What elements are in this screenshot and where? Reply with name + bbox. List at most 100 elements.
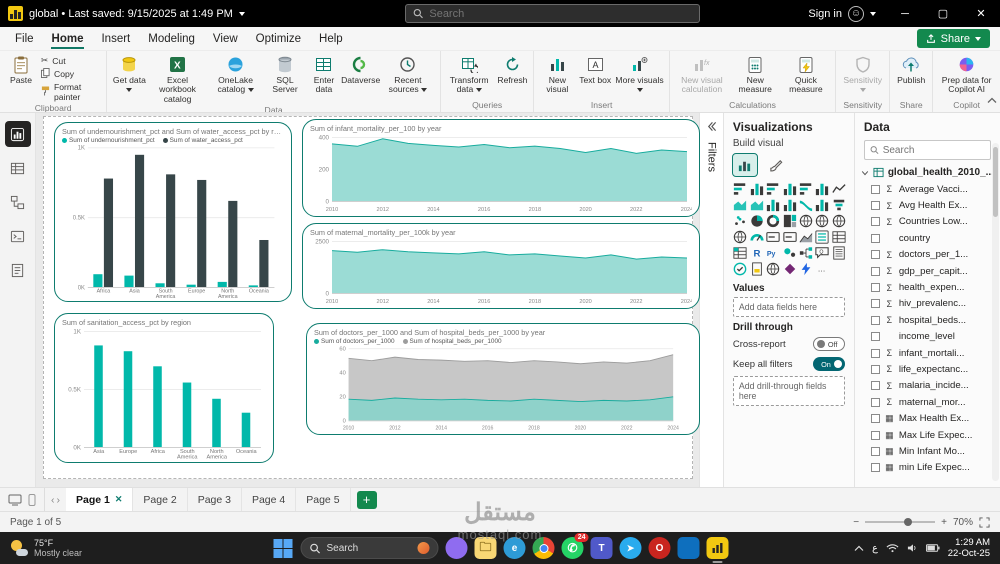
keep-all-filters-toggle[interactable]: On (813, 357, 845, 371)
visual-type-pie-chart[interactable] (749, 213, 764, 228)
visual-type-power-apps[interactable] (782, 261, 797, 276)
page-tab-1[interactable]: Page 1✕ (66, 488, 133, 511)
data-field-max-health-ex-[interactable]: ▦Max Health Ex... (855, 410, 1000, 426)
field-checkbox[interactable] (871, 463, 880, 472)
telegram-taskbar-icon[interactable]: ➤ (620, 537, 642, 559)
recent-sources-button[interactable]: Recent sources (379, 53, 437, 104)
visual-type-multi-row-card[interactable] (782, 229, 797, 244)
volume-icon[interactable] (907, 543, 918, 553)
format-visual-tab[interactable] (765, 154, 789, 176)
table-view-button[interactable] (5, 155, 31, 181)
data-search-box[interactable] (864, 140, 991, 160)
data-pane-scrollbar[interactable] (992, 143, 999, 481)
new-measure-button[interactable]: New measure (731, 53, 780, 99)
new-visual-button[interactable]: New visual (537, 53, 577, 99)
field-checkbox[interactable] (871, 267, 880, 276)
model-view-button[interactable] (5, 189, 31, 215)
page-tab-3[interactable]: Page 3 (188, 488, 242, 511)
minimize-button[interactable]: ─ (886, 0, 924, 27)
visual-type-waterfall-chart[interactable] (815, 197, 830, 212)
report-page[interactable]: Sum of undernourishment_pct and Sum of w… (43, 116, 693, 479)
battery-icon[interactable] (926, 544, 940, 552)
visual-type-treemap[interactable] (782, 213, 797, 228)
sensitivity-button[interactable]: Sensitivity (839, 53, 886, 99)
data-field-maternal-mor-[interactable]: Σmaternal_mor... (855, 394, 1000, 410)
new-page-button[interactable]: + (357, 491, 377, 509)
data-field-min-infant-mo-[interactable]: ▦Min Infant Mo... (855, 443, 1000, 459)
copilot-taskbar-icon[interactable] (446, 537, 468, 559)
excel-workbook-button[interactable]: X Excel workbook catalog (149, 53, 207, 104)
visual-type-matrix[interactable] (733, 245, 748, 260)
more-visuals-button[interactable]: More visuals (613, 53, 666, 99)
fit-to-page-icon[interactable] (979, 517, 990, 528)
visual-type-line-chart[interactable] (831, 181, 846, 196)
filters-pane-collapsed[interactable]: Filters (699, 113, 724, 487)
field-checkbox[interactable] (871, 414, 880, 423)
visual-type-line-and-stacked-column-chart[interactable] (766, 197, 781, 212)
visual-type-key-influencers[interactable] (782, 245, 797, 260)
tab-optimize[interactable]: Optimize (247, 30, 310, 48)
visual-type-qa-visual[interactable]: Q (815, 245, 830, 260)
visual-type-shape-map[interactable] (831, 213, 846, 228)
visual-type-stacked-area-chart[interactable] (749, 197, 764, 212)
visual-type-metrics[interactable] (733, 261, 748, 276)
visual-type-line-and-clustered-column-chart[interactable] (782, 197, 797, 212)
field-checkbox[interactable] (871, 185, 880, 194)
taskbar-search[interactable]: Search (301, 537, 439, 559)
power-bi-taskbar-icon[interactable] (707, 537, 729, 559)
visual-type-azure-map[interactable] (733, 229, 748, 244)
field-checkbox[interactable] (871, 217, 880, 226)
paste-button[interactable]: Paste (3, 53, 39, 102)
field-checkbox[interactable] (871, 250, 880, 259)
visual-type-ribbon-chart[interactable] (799, 197, 814, 212)
hidden-icons-chevron[interactable] (854, 545, 864, 552)
language-indicator[interactable]: ع (872, 543, 878, 554)
data-field-min-life-expec-[interactable]: ▦min Life Expec... (855, 460, 1000, 476)
report-view-button[interactable] (5, 121, 31, 147)
data-field-malaria-incide-[interactable]: Σmalaria_incide... (855, 378, 1000, 394)
build-visual-tab[interactable] (733, 154, 757, 176)
tmdl-view-button[interactable] (5, 257, 31, 283)
field-checkbox[interactable] (871, 316, 880, 325)
data-field-country[interactable]: country (855, 230, 1000, 246)
visual-type-power-automate[interactable] (799, 261, 814, 276)
sign-in-button[interactable]: Sign in ☺ (798, 6, 886, 22)
get-data-button[interactable]: Get data (110, 53, 148, 104)
field-checkbox[interactable] (871, 234, 880, 243)
whatsapp-taskbar-icon[interactable]: ✆24 (562, 537, 584, 559)
edge-taskbar-icon[interactable]: e (504, 537, 526, 559)
data-field-avg-health-ex-[interactable]: ΣAvg Health Ex... (855, 197, 1000, 213)
search-input[interactable] (429, 8, 692, 20)
opera-taskbar-icon[interactable]: O (649, 537, 671, 559)
visual-type-table[interactable] (831, 229, 846, 244)
field-checkbox[interactable] (871, 201, 880, 210)
data-field-life-expectanc-[interactable]: Σlife_expectanc... (855, 361, 1000, 377)
tab-view[interactable]: View (204, 30, 247, 48)
visual-type-stacked-bar-chart[interactable] (733, 181, 748, 196)
refresh-button[interactable]: Refresh (494, 53, 530, 99)
data-field-health-expen-[interactable]: Σhealth_expen... (855, 279, 1000, 295)
field-checkbox[interactable] (871, 381, 880, 390)
dax-query-view-button[interactable] (5, 223, 31, 249)
zoom-slider[interactable] (865, 521, 935, 523)
cut-button[interactable]: ✂Cut (39, 55, 103, 66)
sql-server-button[interactable]: SQL Server (265, 53, 306, 104)
field-checkbox[interactable] (871, 299, 880, 308)
maximize-button[interactable]: ▢ (924, 0, 962, 27)
enter-data-button[interactable]: Enter data (306, 53, 343, 104)
previous-page-arrow[interactable]: ‹ (51, 494, 55, 506)
visual-type-map[interactable] (799, 213, 814, 228)
onelake-catalog-button[interactable]: OneLake catalog (207, 53, 265, 104)
drill-through-field-well[interactable]: Add drill-through fields here (733, 376, 845, 406)
field-checkbox[interactable] (871, 431, 880, 440)
tab-home[interactable]: Home (43, 30, 93, 48)
zoom-in-button[interactable]: + (941, 517, 947, 528)
cross-report-toggle[interactable]: Off (813, 337, 845, 351)
values-field-well[interactable]: Add data fields here (733, 297, 845, 317)
tab-help[interactable]: Help (310, 30, 352, 48)
teams-taskbar-icon[interactable]: T (591, 537, 613, 559)
quick-measure-button[interactable]: Quick measure (780, 53, 833, 99)
field-checkbox[interactable] (871, 447, 880, 456)
data-field-hiv-prevalenc-[interactable]: Σhiv_prevalenc... (855, 296, 1000, 312)
ribbon-collapse-chevron[interactable] (987, 91, 997, 109)
